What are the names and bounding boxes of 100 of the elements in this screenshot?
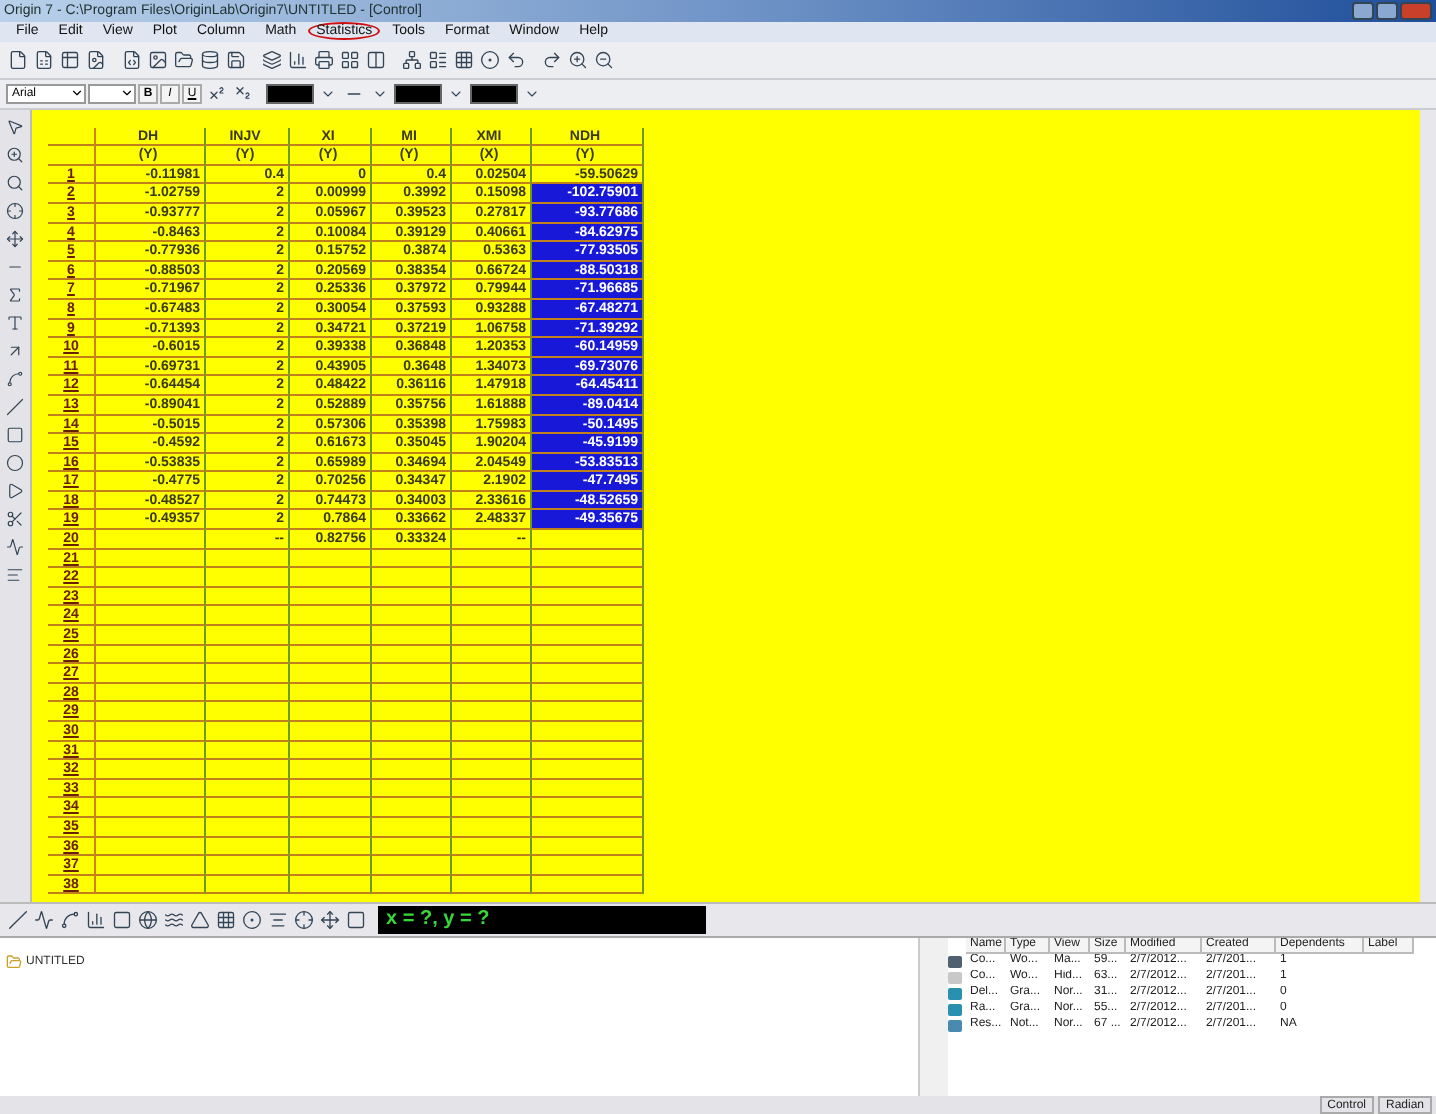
table-cell[interactable] — [96, 568, 206, 588]
search-icon[interactable] — [3, 171, 27, 196]
table-cell[interactable] — [96, 760, 206, 780]
table-cell[interactable] — [96, 549, 206, 569]
document-icon[interactable] — [6, 47, 30, 72]
table-cell[interactable] — [290, 760, 372, 780]
table-cell[interactable] — [96, 722, 206, 742]
table-cell[interactable] — [532, 606, 644, 627]
table-cell[interactable] — [532, 837, 644, 857]
table-cell[interactable] — [532, 549, 644, 569]
table-cell[interactable] — [452, 760, 532, 780]
table-cell[interactable] — [372, 817, 452, 838]
table-cell[interactable] — [372, 779, 452, 799]
table-cell[interactable] — [206, 626, 290, 646]
table-cell[interactable] — [206, 722, 290, 742]
header-corner[interactable] — [48, 127, 96, 147]
table-cell[interactable] — [206, 875, 290, 895]
table-cell[interactable] — [372, 856, 452, 876]
table-cell[interactable] — [532, 722, 644, 742]
table-cell[interactable] — [206, 568, 290, 588]
table-cell[interactable] — [372, 606, 452, 627]
table-cell[interactable] — [290, 626, 372, 646]
table-cell[interactable] — [532, 645, 644, 665]
crosshair-icon[interactable] — [3, 199, 27, 224]
table-cell[interactable] — [372, 568, 452, 588]
table-cell[interactable] — [290, 568, 372, 588]
grid-icon[interactable] — [338, 47, 362, 72]
table-cell[interactable] — [452, 722, 532, 742]
image-icon[interactable] — [146, 47, 170, 72]
table-cell[interactable] — [96, 817, 206, 838]
table-cell[interactable] — [532, 741, 644, 761]
table-cell[interactable] — [372, 702, 452, 723]
table-cell[interactable] — [372, 741, 452, 761]
table-cell[interactable] — [452, 568, 532, 588]
table-cell[interactable] — [290, 817, 372, 838]
table-cell[interactable] — [452, 645, 532, 665]
table-cell[interactable] — [290, 702, 372, 723]
curve-icon[interactable] — [3, 367, 27, 392]
table-cell[interactable] — [96, 606, 206, 627]
table-cell[interactable] — [532, 779, 644, 799]
play-icon[interactable] — [3, 479, 27, 504]
redo-icon[interactable] — [540, 47, 564, 72]
table-cell[interactable] — [452, 875, 532, 895]
table-cell[interactable] — [96, 626, 206, 646]
rectangle-icon[interactable] — [3, 423, 27, 448]
table-cell[interactable] — [290, 722, 372, 742]
text-icon[interactable] — [3, 311, 27, 336]
table-cell[interactable] — [290, 549, 372, 569]
table-cell[interactable] — [96, 664, 206, 684]
table-cell[interactable] — [452, 741, 532, 761]
network-icon[interactable] — [400, 47, 424, 72]
dropdown-icon[interactable] — [120, 86, 134, 101]
table-cell[interactable] — [206, 817, 290, 838]
table-cell[interactable] — [532, 626, 644, 646]
move-icon[interactable] — [3, 227, 27, 252]
minimize-button[interactable] — [1352, 1, 1374, 20]
table-cell[interactable] — [452, 856, 532, 876]
table-cell[interactable] — [372, 798, 452, 818]
table-cell[interactable] — [532, 817, 644, 838]
table-cell[interactable] — [372, 549, 452, 569]
table-cell[interactable] — [96, 683, 206, 703]
table-cell[interactable] — [532, 875, 644, 895]
table-cell[interactable] — [372, 837, 452, 857]
matrix-icon[interactable] — [452, 47, 476, 72]
table-cell[interactable] — [206, 664, 290, 684]
table-cell[interactable] — [96, 530, 206, 550]
target-icon[interactable] — [478, 47, 502, 72]
table-cell[interactable] — [290, 798, 372, 818]
table-cell[interactable] — [452, 626, 532, 646]
table-cell[interactable] — [532, 702, 644, 723]
table-cell[interactable] — [290, 606, 372, 627]
line-icon[interactable] — [6, 907, 30, 932]
table-cell[interactable] — [452, 549, 532, 569]
table-cell[interactable] — [96, 741, 206, 761]
table-cell[interactable] — [372, 760, 452, 780]
table-cell[interactable] — [452, 664, 532, 684]
table-cell[interactable] — [452, 798, 532, 818]
table-cell[interactable] — [452, 606, 532, 627]
pointer-icon[interactable] — [3, 115, 27, 140]
table-cell[interactable] — [206, 606, 290, 627]
table-cell[interactable] — [372, 626, 452, 646]
table-cell[interactable] — [290, 875, 372, 895]
table-cell[interactable] — [532, 664, 644, 684]
table-cell[interactable] — [206, 798, 290, 818]
table-cell[interactable] — [96, 702, 206, 723]
zoom-in-icon[interactable] — [566, 47, 590, 72]
table-cell[interactable] — [372, 683, 452, 703]
color-swatch[interactable] — [470, 83, 518, 104]
table-cell[interactable] — [452, 837, 532, 857]
triangle-icon[interactable] — [188, 907, 212, 932]
table-cell[interactable] — [290, 856, 372, 876]
print-icon[interactable] — [312, 47, 336, 72]
color-swatch[interactable] — [266, 83, 314, 104]
table-cell[interactable] — [290, 779, 372, 799]
wave-icon[interactable] — [3, 535, 27, 560]
table-cell[interactable] — [206, 741, 290, 761]
table-cell[interactable] — [96, 837, 206, 857]
columns-icon[interactable] — [364, 47, 388, 72]
column-chart-icon[interactable] — [84, 907, 108, 932]
zoom-out-icon[interactable] — [592, 47, 616, 72]
